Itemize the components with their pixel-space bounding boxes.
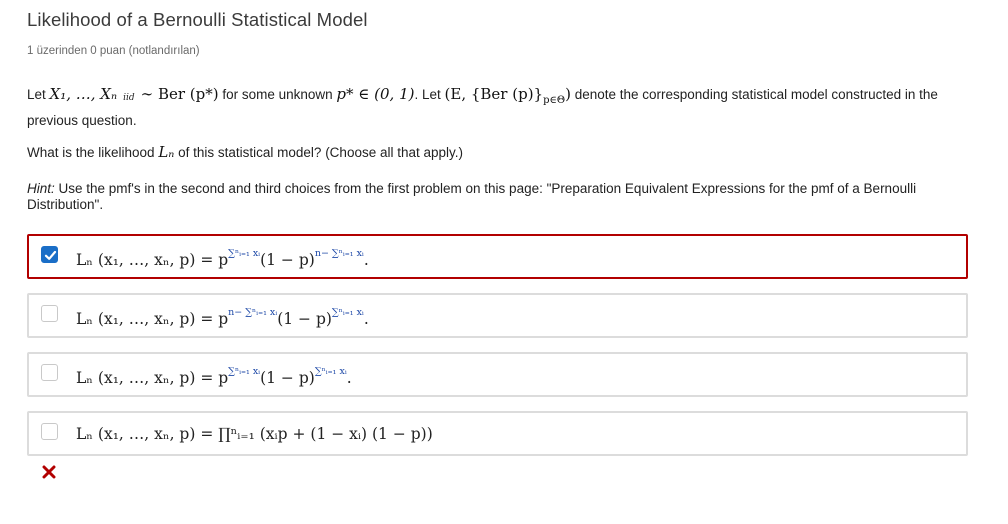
math-model: (E, {Ber (p)}p∈Θ) bbox=[444, 85, 571, 106]
checkmark-icon bbox=[44, 250, 57, 260]
statement-mid2: . Let bbox=[414, 87, 445, 102]
statement-let: Let bbox=[27, 87, 46, 102]
choice-3[interactable]: Lₙ (x₁, …, xₙ, p) = p∑ⁿᵢ₌₁ xᵢ(1 − p)∑ⁿᵢ₌… bbox=[27, 352, 968, 397]
checkbox-choice-4[interactable] bbox=[41, 423, 58, 440]
math-likelihood: Lₙ bbox=[158, 143, 175, 161]
math-sample: X₁, …, Xₙ bbox=[49, 85, 118, 103]
hint-text: Hint: Use the pmf's in the second and th… bbox=[27, 181, 917, 212]
formula-choice-1: Lₙ (x₁, …, xₙ, p) = p∑ⁿᵢ₌₁ xᵢ(1 − p)n− ∑… bbox=[76, 248, 369, 269]
checkbox-choice-2[interactable] bbox=[41, 305, 58, 322]
choice-2[interactable]: Lₙ (x₁, …, xₙ, p) = pn− ∑ⁿᵢ₌₁ xᵢ(1 − p)∑… bbox=[27, 293, 968, 338]
statement-mid: for some unknown bbox=[218, 87, 337, 102]
checkbox-choice-3[interactable] bbox=[41, 364, 58, 381]
choice-1[interactable]: Lₙ (x₁, …, xₙ, p) = p∑ⁿᵢ₌₁ xᵢ(1 − p)n− ∑… bbox=[27, 234, 968, 279]
question-text: What is the likelihood Lₙ of this statis… bbox=[27, 143, 464, 161]
formula-choice-3: Lₙ (x₁, …, xₙ, p) = p∑ⁿᵢ₌₁ xᵢ(1 − p)∑ⁿᵢ₌… bbox=[76, 366, 352, 387]
checkbox-choice-1[interactable] bbox=[41, 246, 58, 263]
problem-title: Likelihood of a Bernoulli Statistical Mo… bbox=[27, 9, 368, 30]
math-parameter: p* ∈ (0, 1) bbox=[336, 85, 415, 103]
choice-4[interactable]: Lₙ (x₁, …, xₙ, p) = ∏ⁿᵢ₌₁ (xᵢp + (1 − xᵢ… bbox=[27, 411, 968, 456]
formula-choice-2: Lₙ (x₁, …, xₙ, p) = pn− ∑ⁿᵢ₌₁ xᵢ(1 − p)∑… bbox=[76, 307, 369, 328]
problem-statement: Let X₁, …, Xₙ iid ∼ Ber (p*) for some un… bbox=[27, 84, 971, 131]
hint-label: Hint: bbox=[27, 181, 55, 196]
formula-choice-4: Lₙ (x₁, …, xₙ, p) = ∏ⁿᵢ₌₁ (xᵢp + (1 − xᵢ… bbox=[76, 425, 433, 443]
incorrect-x-icon bbox=[42, 465, 56, 479]
points-label: 1 üzerinden 0 puan (notlandırılan) bbox=[27, 45, 200, 57]
math-distribution: ∼ Ber (p*) bbox=[140, 85, 219, 103]
iid-label: iid bbox=[123, 93, 135, 103]
